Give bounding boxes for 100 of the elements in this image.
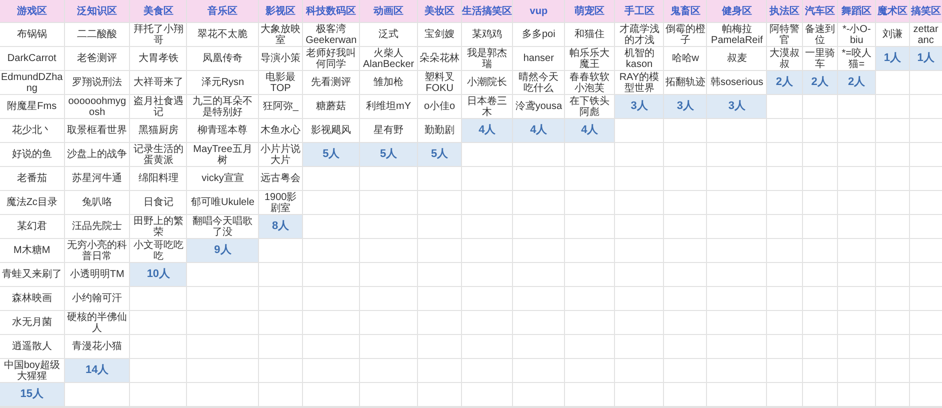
table-cell: 大漠叔叔 bbox=[767, 47, 802, 70]
table-cell: 翻唱今天唱歌了没 bbox=[187, 215, 258, 238]
table-cell: 黑猫厨房 bbox=[130, 119, 186, 142]
table-cell: 星有野 bbox=[360, 119, 417, 142]
table-cell: 阿特警官 bbox=[767, 23, 802, 46]
table-cell: 花少北丶 bbox=[0, 119, 64, 142]
table-cell: 小片片说大片 bbox=[259, 143, 302, 166]
count-cell: 5人 bbox=[360, 143, 417, 166]
column-header: 健身区 bbox=[707, 0, 766, 22]
column-header: vup bbox=[513, 0, 564, 22]
table-cell: 拓翻轨迹 bbox=[664, 71, 706, 94]
table-cell: 泠鸢yousa bbox=[513, 95, 564, 118]
table-cell: 刘谦 bbox=[876, 23, 909, 46]
table-cell: 帕乐乐大魔王 bbox=[565, 47, 614, 70]
table-cell: 影视飓风 bbox=[303, 119, 360, 142]
table-cell: 小约翰可汗 bbox=[64, 287, 130, 310]
column-header: 鬼畜区 bbox=[664, 0, 706, 22]
table-cell: 叔麦 bbox=[707, 47, 766, 70]
table-cell: 柳青瑶本尊 bbox=[187, 119, 258, 142]
table-cell: 盗月社食遇记 bbox=[130, 95, 186, 118]
table-cell: 某鸡鸡 bbox=[462, 23, 512, 46]
table-cell: 糖蘑菇 bbox=[303, 95, 360, 118]
table-cell: RAY的模型世界 bbox=[615, 71, 664, 94]
table-cell: *=咬人猫= bbox=[838, 47, 876, 70]
table-cell: 帕梅拉PamelaReif bbox=[707, 23, 766, 46]
table-cell: 哈哈w bbox=[664, 47, 706, 70]
table-cell: 魔法Zc目录 bbox=[0, 191, 64, 214]
table-cell: 老番茄 bbox=[0, 167, 64, 190]
table-cell: 极客湾Geekerwan bbox=[303, 23, 360, 46]
table-cell: 备速到位 bbox=[802, 23, 837, 46]
table-cell: 利维坦mY bbox=[360, 95, 417, 118]
column-header: 手工区 bbox=[615, 0, 664, 22]
table-cell: 二二酸酸 bbox=[64, 23, 130, 46]
table-cell: 硬核的半佛仙人 bbox=[64, 311, 130, 334]
count-cell: 2人 bbox=[838, 71, 876, 94]
table-cell: 韩soserious bbox=[707, 71, 766, 94]
count-cell: 5人 bbox=[303, 143, 360, 166]
table-cell: 沙盘上的战争 bbox=[64, 143, 130, 166]
table-cell: 勤勤剧 bbox=[418, 119, 462, 142]
table-cell: vicky宣宣 bbox=[187, 167, 258, 190]
table-cell: 狂阿弥_ bbox=[259, 95, 302, 118]
column-header: 舞蹈区 bbox=[838, 0, 876, 22]
table-cell: 晴然今天吃什么 bbox=[513, 71, 564, 94]
table-cell: MayTree五月树 bbox=[187, 143, 258, 166]
table-cell: 好说的鱼 bbox=[0, 143, 64, 166]
table-cell: 大象放映室 bbox=[259, 23, 302, 46]
table-cell: 先看测评 bbox=[303, 71, 360, 94]
table-cell: 翠花不太脆 bbox=[187, 23, 258, 46]
column-header: 萌宠区 bbox=[565, 0, 614, 22]
table-cell: 朵朵花林 bbox=[418, 47, 462, 70]
table-cell: 附魔星Fms bbox=[0, 95, 64, 118]
count-cell: 1人 bbox=[876, 47, 909, 70]
table-cell: 木鱼水心 bbox=[259, 119, 302, 142]
count-cell: 4人 bbox=[462, 119, 512, 142]
table-cell: 小潮院长 bbox=[462, 71, 512, 94]
table-cell: M木糖M bbox=[0, 239, 64, 262]
column-header: 生活搞笑区 bbox=[462, 0, 512, 22]
column-header: 美食区 bbox=[130, 0, 186, 22]
column-header: 游戏区 bbox=[0, 0, 64, 22]
table-cell: oooooohmygosh bbox=[64, 95, 130, 118]
table-cell: 罗翔说刑法 bbox=[64, 71, 130, 94]
column-header: 科技数码区 bbox=[303, 0, 360, 22]
table-cell: 取景框看世界 bbox=[64, 119, 130, 142]
table-cell: 倒霉的橙子 bbox=[664, 23, 706, 46]
table-cell: 某幻君 bbox=[0, 215, 64, 238]
table-cell: o小佳o bbox=[418, 95, 462, 118]
table-cell: zettaranc bbox=[910, 23, 942, 46]
table-cell: hanser bbox=[513, 47, 564, 70]
count-cell: 3人 bbox=[615, 95, 664, 118]
table-cell: 塑料叉FOKU bbox=[418, 71, 462, 94]
column-header: 魔术区 bbox=[876, 0, 909, 22]
table-cell: 老师好我叫何同学 bbox=[303, 47, 360, 70]
table-cell: 汪品先院士 bbox=[64, 215, 130, 238]
column-header: 音乐区 bbox=[187, 0, 258, 22]
table-cell: 我是郭杰瑞 bbox=[462, 47, 512, 70]
table-cell: 苏星河牛通 bbox=[64, 167, 130, 190]
count-cell: 10人 bbox=[130, 263, 186, 286]
table-cell: 森林映画 bbox=[0, 287, 64, 310]
table-cell: 日食记 bbox=[130, 191, 186, 214]
table-cell: 中国boy超级大猩猩 bbox=[0, 359, 64, 382]
table-cell: 水无月菌 bbox=[0, 311, 64, 334]
column-header: 动画区 bbox=[360, 0, 417, 22]
table-cell: 大胃孝铁 bbox=[130, 47, 186, 70]
table-cell: 多多poi bbox=[513, 23, 564, 46]
table-cell: 在下铁头阿彪 bbox=[565, 95, 614, 118]
column-header: 美妆区 bbox=[418, 0, 462, 22]
count-cell: 8人 bbox=[259, 215, 302, 238]
table-cell: 一里骑车 bbox=[802, 47, 837, 70]
count-cell: 1人 bbox=[910, 47, 942, 70]
table-cell: 绵阳料理 bbox=[130, 167, 186, 190]
count-cell: 2人 bbox=[767, 71, 802, 94]
count-cell: 9人 bbox=[187, 239, 258, 262]
table-cell: 逍遥散人 bbox=[0, 335, 64, 358]
table-cell: 青蛙又来刷了 bbox=[0, 263, 64, 286]
table-cell: 1900影剧室 bbox=[259, 191, 302, 214]
table-cell: 凤凰传奇 bbox=[187, 47, 258, 70]
table-cell: 机智的kason bbox=[615, 47, 664, 70]
table-cell: 无穷小亮的科普日常 bbox=[64, 239, 130, 262]
count-cell: 5人 bbox=[418, 143, 462, 166]
count-cell: 2人 bbox=[802, 71, 837, 94]
